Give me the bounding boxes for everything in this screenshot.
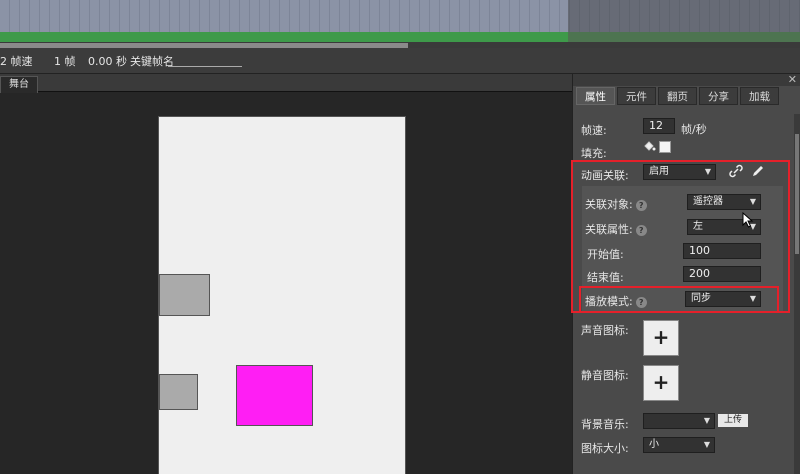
tab-components[interactable]: 元件	[617, 87, 656, 105]
help-icon[interactable]: ?	[635, 224, 647, 236]
timeline-layer-bar[interactable]	[0, 32, 568, 42]
timeline-frames[interactable]	[0, 0, 800, 32]
add-mute-icon-button[interactable]: +	[643, 365, 679, 401]
sound-icon-label: 声音图标:	[581, 324, 629, 337]
anim-link-label: 动画关联:	[581, 169, 629, 182]
panel-scrollbar[interactable]	[794, 114, 800, 474]
panel-tabs: 属性 元件 翻页 分享 加载	[573, 87, 800, 107]
link-icon[interactable]	[729, 164, 743, 178]
fps-readout: 2 帧速	[0, 54, 33, 68]
timeline[interactable]	[0, 0, 800, 48]
link-target-value: 遥控器	[693, 196, 723, 207]
tab-share[interactable]: 分享	[699, 87, 738, 105]
anim-link-value: 启用	[649, 166, 669, 177]
chevron-down-icon: ▼	[703, 440, 710, 449]
properties-panel: ✕ 属性 元件 翻页 分享 加载 帧速: 12 帧/秒 填充: 动画关联: 启用…	[571, 73, 800, 474]
close-icon[interactable]: ✕	[788, 73, 797, 86]
gray-shape-2[interactable]	[159, 374, 198, 410]
timeline-layer-bar-inactive	[568, 32, 800, 42]
keyframe-name-input[interactable]	[168, 66, 242, 67]
mouse-cursor-icon	[742, 212, 754, 228]
chevron-down-icon: ▼	[749, 294, 756, 303]
fps-input[interactable]: 12	[643, 118, 675, 134]
chevron-down-icon: ▼	[703, 416, 710, 425]
panel-scroll-thumb[interactable]	[795, 134, 799, 254]
time-readout: 0.00 秒	[88, 54, 127, 68]
fps-unit: 帧/秒	[681, 123, 707, 136]
tab-properties[interactable]: 属性	[576, 87, 615, 105]
play-mode-label-text: 播放模式:	[585, 295, 633, 308]
link-property-label-text: 关联属性:	[585, 223, 633, 236]
help-icon[interactable]: ?	[635, 199, 647, 211]
fps-label: 帧速:	[581, 124, 607, 137]
add-sound-icon-button[interactable]: +	[643, 320, 679, 356]
icon-size-value: 小	[649, 439, 659, 450]
tab-load[interactable]: 加载	[740, 87, 779, 105]
play-mode-label: 播放模式:?	[585, 293, 647, 309]
gray-shape-1[interactable]	[159, 274, 210, 316]
start-value-label: 开始值:	[587, 248, 624, 261]
mute-icon-label: 静音图标:	[581, 369, 629, 382]
stage-area: 舞台	[0, 74, 572, 474]
magenta-shape[interactable]	[236, 365, 313, 426]
panel-header: ✕	[573, 73, 800, 86]
bgm-label: 背景音乐:	[581, 418, 629, 431]
end-value-label: 结束值:	[587, 271, 624, 284]
stage-canvas[interactable]	[158, 116, 406, 474]
fill-label: 填充:	[581, 147, 607, 160]
end-value-input[interactable]: 200	[683, 266, 761, 282]
stage-tabbar: 舞台	[0, 74, 572, 93]
anim-link-select[interactable]: 启用 ▼	[643, 164, 716, 180]
bgm-select[interactable]: ▼	[643, 413, 715, 429]
icon-size-select[interactable]: 小 ▼	[643, 437, 715, 453]
paint-bucket-icon[interactable]	[643, 140, 656, 153]
link-target-label-text: 关联对象:	[585, 198, 633, 211]
upload-button[interactable]: 上传	[718, 414, 748, 427]
play-mode-select[interactable]: 同步 ▼	[685, 291, 761, 307]
link-property-value: 左	[693, 221, 703, 232]
help-icon[interactable]: ?	[635, 296, 647, 308]
link-property-label: 关联属性:?	[585, 221, 647, 237]
fill-color-swatch[interactable]	[659, 141, 671, 153]
chevron-down-icon: ▼	[749, 197, 756, 206]
tab-page-turn[interactable]: 翻页	[658, 87, 697, 105]
link-target-select[interactable]: 遥控器 ▼	[687, 194, 761, 210]
pencil-icon[interactable]	[751, 164, 765, 178]
timeline-shade	[568, 0, 800, 32]
play-mode-value: 同步	[691, 293, 711, 304]
start-value-input[interactable]: 100	[683, 243, 761, 259]
tab-stage[interactable]: 舞台	[0, 76, 38, 93]
chevron-down-icon: ▼	[704, 167, 711, 176]
status-bar: 2 帧速 1 帧 0.00 秒 关键帧名	[0, 48, 800, 74]
link-target-label: 关联对象:?	[585, 196, 647, 212]
frame-readout: 1 帧	[54, 54, 76, 68]
icon-size-label: 图标大小:	[581, 442, 629, 455]
